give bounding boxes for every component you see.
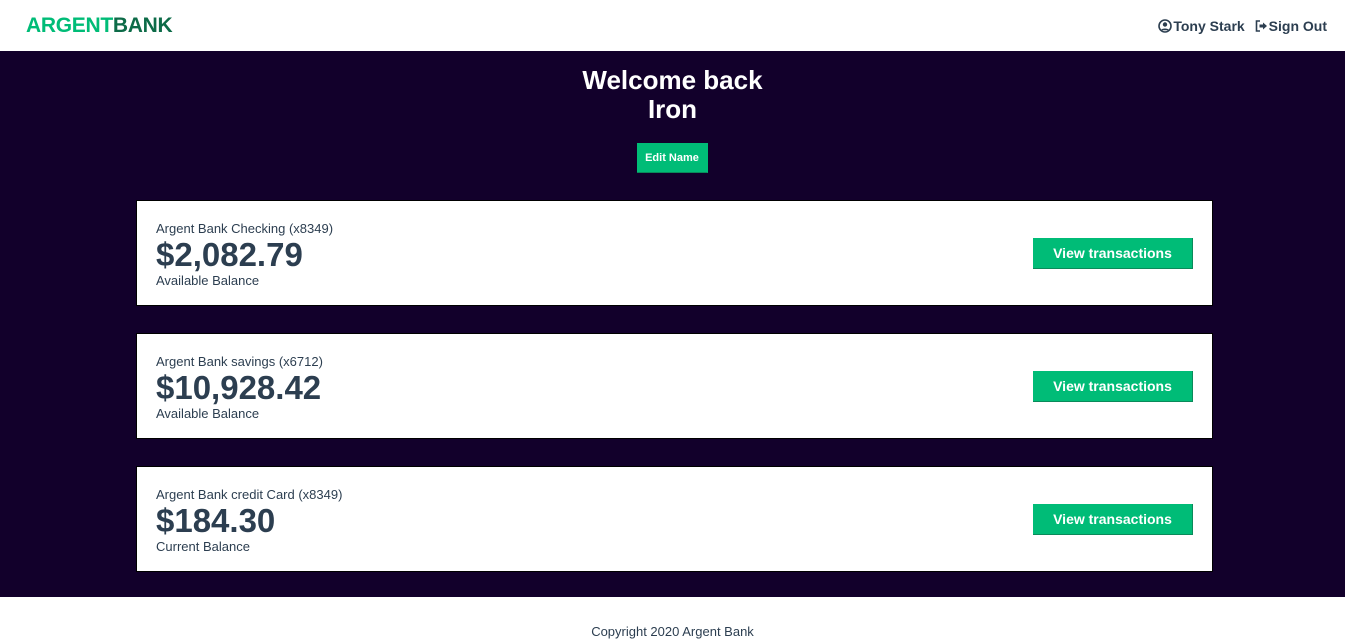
logo-text-bank: BANK [112, 13, 173, 37]
sign-out-label: Sign Out [1268, 17, 1327, 34]
account-title: Argent Bank savings (x6712) [156, 353, 323, 369]
account-amount: $10,928.42 [156, 368, 322, 406]
welcome-header: Welcome back Iron Edit Name [0, 66, 1345, 173]
accounts-list: Argent Bank Checking (x8349) $2,082.79 A… [136, 200, 1213, 572]
welcome-title: Welcome back Iron [0, 66, 1345, 124]
account-info: Argent Bank savings (x6712) $10,928.42 A… [156, 352, 323, 421]
view-transactions-button[interactable]: View transactions [1033, 237, 1193, 269]
account-description: Available Balance [156, 272, 260, 288]
user-circle-icon [1158, 18, 1173, 33]
user-name-label: Tony Stark [1173, 17, 1245, 34]
user-profile-link[interactable]: Tony Stark [1158, 17, 1245, 34]
account-card-checking: Argent Bank Checking (x8349) $2,082.79 A… [136, 200, 1213, 306]
argent-bank-logo[interactable]: ARGENT BANK [26, 13, 173, 38]
edit-name-button[interactable]: Edit Name [637, 143, 708, 173]
account-title: Argent Bank credit Card (x8349) [156, 486, 343, 502]
account-title: Argent Bank Checking (x8349) [156, 220, 334, 236]
sign-out-link[interactable]: Sign Out [1255, 18, 1327, 34]
account-info: Argent Bank Checking (x8349) $2,082.79 A… [156, 219, 333, 288]
account-card-credit: Argent Bank credit Card (x8349) $184.30 … [136, 466, 1213, 572]
account-info: Argent Bank credit Card (x8349) $184.30 … [156, 485, 342, 554]
account-amount: $2,082.79 [156, 235, 303, 273]
main-content: Welcome back Iron Edit Name Argent Bank … [0, 51, 1345, 597]
sign-out-icon [1255, 19, 1268, 32]
account-card-savings: Argent Bank savings (x6712) $10,928.42 A… [136, 333, 1213, 439]
account-description: Current Balance [156, 538, 250, 554]
page-footer: Copyright 2020 Argent Bank [0, 597, 1345, 640]
copyright-text: Copyright 2020 Argent Bank [591, 624, 754, 639]
main-nav: ARGENT BANK Tony Stark Sign Out [0, 0, 1345, 51]
account-amount: $184.30 [156, 501, 276, 539]
welcome-line: Welcome back [582, 65, 763, 95]
account-description: Available Balance [156, 405, 260, 421]
nav-user-links: Tony Stark Sign Out [1158, 18, 1327, 34]
view-transactions-button[interactable]: View transactions [1033, 503, 1193, 535]
view-transactions-button[interactable]: View transactions [1033, 370, 1193, 402]
user-first-name: Iron [647, 94, 698, 124]
logo-text-argent: ARGENT [26, 13, 113, 37]
